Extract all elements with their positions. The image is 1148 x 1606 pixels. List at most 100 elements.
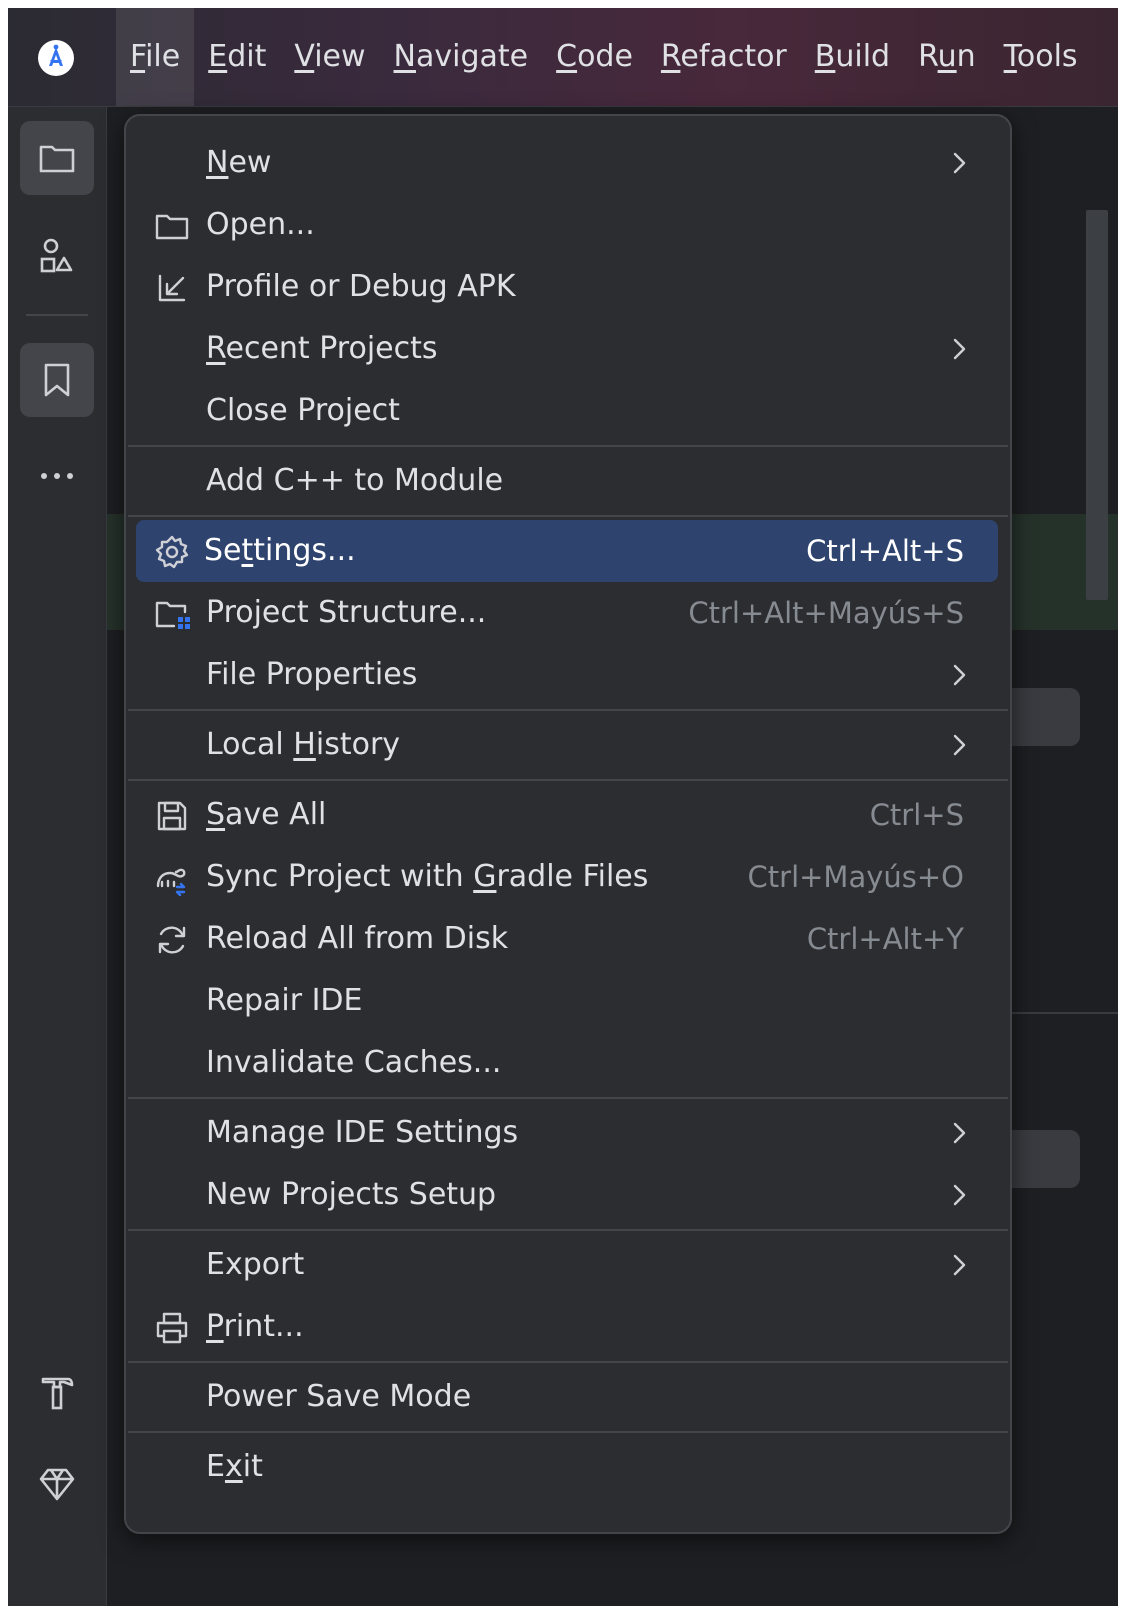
shortcut-label: Ctrl+Mayús+O: [747, 860, 964, 894]
menu-item-save-all[interactable]: Save All Ctrl+S: [128, 784, 1008, 846]
menu-item-label: Export: [206, 1247, 305, 1282]
save-icon: [154, 798, 190, 834]
menu-item-label: New Projects Setup: [206, 1177, 497, 1212]
chevron-right-icon: [950, 1181, 970, 1213]
menu-code[interactable]: Code: [542, 8, 647, 106]
more-icon: [41, 473, 73, 479]
gemini-tool-button[interactable]: [20, 1447, 94, 1521]
menu-item-close-project[interactable]: Close Project: [128, 380, 1008, 442]
gem-icon: [39, 1468, 75, 1501]
shortcut-label: Ctrl+S: [869, 798, 964, 832]
menu-item-label: Power Save Mode: [206, 1379, 472, 1414]
menu-item-export[interactable]: Export: [128, 1234, 1008, 1296]
menu-build[interactable]: Build: [801, 8, 904, 106]
menu-separator: [128, 1431, 1008, 1433]
menu-edit[interactable]: Edit: [194, 8, 280, 106]
chevron-right-icon: [950, 149, 970, 181]
menu-item-open[interactable]: Open...: [128, 194, 1008, 256]
menu-item-label: Add C++ to Module: [206, 463, 504, 498]
menu-item-label: File Properties: [206, 657, 418, 692]
menu-item-label: Settings...: [204, 533, 356, 568]
android-studio-logo-icon[interactable]: [38, 40, 74, 76]
bookmark-icon: [44, 363, 70, 397]
menu-item-reload-all-from-disk[interactable]: Reload All from Disk Ctrl+Alt+Y: [128, 908, 1008, 970]
background-divider: [998, 1012, 1118, 1014]
menu-separator: [128, 515, 1008, 517]
chevron-right-icon: [950, 661, 970, 693]
menu-item-print[interactable]: Print...: [128, 1296, 1008, 1358]
menu-item-label: Project Structure...: [206, 595, 487, 630]
menu-item-label: Save All: [206, 797, 327, 832]
menu-separator: [128, 1361, 1008, 1363]
menu-item-label: Sync Project with Gradle Files: [206, 859, 649, 894]
tool-window-strip: [8, 107, 107, 1606]
reload-icon: [154, 922, 190, 958]
shortcut-label: Ctrl+Alt+Y: [806, 922, 964, 956]
menu-separator: [128, 445, 1008, 447]
menu-item-manage-ide-settings[interactable]: Manage IDE Settings: [128, 1102, 1008, 1164]
hammer-icon: [41, 1377, 74, 1410]
menu-run[interactable]: Run: [904, 8, 990, 106]
menu-separator: [128, 709, 1008, 711]
menu-item-new-projects-setup[interactable]: New Projects Setup: [128, 1164, 1008, 1226]
import-arrow-icon: [154, 270, 190, 306]
menu-item-exit[interactable]: Exit: [128, 1436, 1008, 1498]
menu-item-label: Recent Projects: [206, 331, 438, 366]
menu-item-label: New: [206, 145, 272, 180]
folder-icon: [154, 208, 190, 244]
folder-icon: [39, 145, 75, 173]
menu-view[interactable]: View: [280, 8, 379, 106]
menu-refactor[interactable]: Refactor: [647, 8, 801, 106]
chevron-right-icon: [950, 1119, 970, 1151]
chevron-right-icon: [950, 1251, 970, 1283]
menu-navigate[interactable]: Navigate: [380, 8, 543, 106]
menu-item-new[interactable]: New: [128, 132, 1008, 194]
gradle-sync-icon: [154, 860, 190, 897]
menu-item-add-c-to-module[interactable]: Add C++ to Module: [128, 450, 1008, 512]
menu-item-profile-or-debug-apk[interactable]: Profile or Debug APK: [128, 256, 1008, 318]
menu-item-label: Invalidate Caches...: [206, 1045, 502, 1080]
editor-scrollbar[interactable]: [1086, 210, 1108, 600]
toolstrip-separator: [26, 314, 88, 316]
menu-item-label: Open...: [206, 207, 315, 242]
project-tool-button[interactable]: [20, 121, 94, 195]
menu-item-power-save-mode[interactable]: Power Save Mode: [128, 1366, 1008, 1428]
menu-item-settings[interactable]: Settings... Ctrl+Alt+S: [136, 520, 998, 582]
menu-item-invalidate-caches[interactable]: Invalidate Caches...: [128, 1032, 1008, 1094]
menu-item-local-history[interactable]: Local History: [128, 714, 1008, 776]
printer-icon: [154, 1310, 190, 1346]
shortcut-label: Ctrl+Alt+S: [806, 534, 964, 568]
menu-separator: [128, 779, 1008, 781]
ide-window: File Edit View Navigate Code Refactor Build Run…: [8, 8, 1118, 1606]
menu-item-label: Manage IDE Settings: [206, 1115, 519, 1150]
menu-item-label: Reload All from Disk: [206, 921, 509, 956]
menu-item-label: Profile or Debug APK: [206, 269, 516, 304]
project-structure-icon: [154, 596, 190, 632]
more-tools-button[interactable]: [20, 439, 94, 513]
menu-tools[interactable]: Tools: [990, 8, 1092, 106]
shortcut-label: Ctrl+Alt+Mayús+S: [688, 596, 964, 630]
menu-item-recent-projects[interactable]: Recent Projects: [128, 318, 1008, 380]
main-menubar: File Edit View Navigate Code Refactor Build Run…: [8, 8, 1118, 107]
file-menu-dropdown: New Open... Profile or Debug APK Recent Pro…: [124, 114, 1012, 1534]
menubar-items: File Edit View Navigate Code Refactor Build Run…: [116, 8, 1092, 106]
menu-separator: [128, 1097, 1008, 1099]
menu-item-file-properties[interactable]: File Properties: [128, 644, 1008, 706]
menu-item-label: Repair IDE: [206, 983, 363, 1018]
menu-separator: [128, 1229, 1008, 1231]
menu-item-sync-project-with-gradle-files[interactable]: Sync Project with Gradle Files Ctrl+Mayús…: [128, 846, 1008, 908]
menu-item-repair-ide[interactable]: Repair IDE: [128, 970, 1008, 1032]
menu-item-label: Print...: [206, 1309, 304, 1344]
menu-item-label: Exit: [206, 1449, 263, 1484]
build-tool-button[interactable]: [20, 1355, 94, 1429]
menu-item-project-structure[interactable]: Project Structure... Ctrl+Alt+Mayús+S: [128, 582, 1008, 644]
chevron-right-icon: [950, 731, 970, 763]
chevron-right-icon: [950, 335, 970, 367]
menu-file[interactable]: File: [116, 8, 195, 106]
resource-manager-tool-button[interactable]: [20, 219, 94, 293]
menu-item-label: Local History: [206, 727, 401, 762]
bookmarks-tool-button[interactable]: [20, 343, 94, 417]
shapes-icon: [40, 238, 73, 273]
menu-item-label: Close Project: [206, 393, 400, 428]
gear-icon: [154, 534, 190, 570]
